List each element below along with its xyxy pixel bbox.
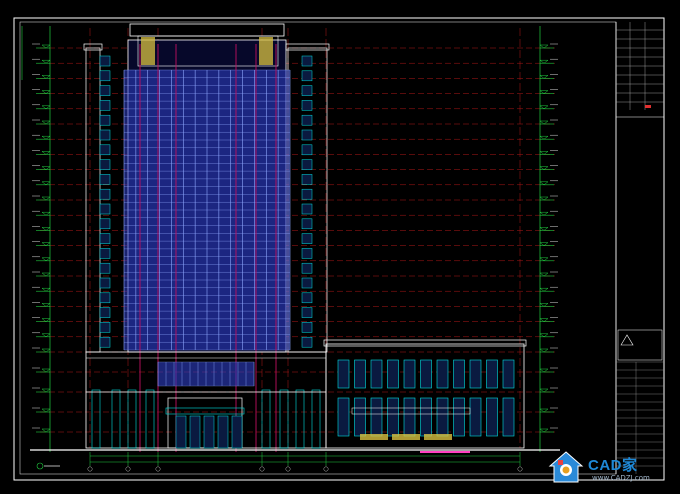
- podium-window-upper: [436, 359, 449, 389]
- wing-window: [301, 70, 313, 82]
- wing-window: [99, 159, 111, 170]
- wing-window: [99, 85, 111, 96]
- wing-window: [301, 55, 313, 67]
- podium-window-upper: [453, 359, 465, 389]
- wing-window: [301, 307, 313, 318]
- wing-window: [99, 233, 111, 244]
- podium-window-upper: [370, 359, 383, 389]
- podium-window-upper: [469, 359, 482, 389]
- wing-window: [301, 233, 313, 244]
- wing-window: [99, 174, 111, 185]
- wing-window: [99, 70, 111, 82]
- wing-window: [99, 55, 111, 67]
- wing-window: [301, 262, 313, 274]
- wing-window: [99, 114, 111, 126]
- podium-window-lower: [370, 397, 383, 437]
- wing-window: [301, 114, 313, 126]
- podium-window-lower: [469, 397, 482, 437]
- watermark-brand: CAD家: [588, 457, 638, 474]
- entrance-door: [231, 415, 243, 449]
- wing-window: [301, 218, 313, 230]
- podium-window-lower: [436, 397, 449, 437]
- entrance-door: [203, 415, 215, 449]
- elevation-drawing: [0, 0, 680, 494]
- podium-window-upper: [387, 359, 399, 389]
- podium-signage: [392, 434, 420, 440]
- cad-home-logo-icon: [548, 451, 584, 483]
- wing-window: [301, 292, 313, 304]
- wing-window: [99, 277, 111, 289]
- wing-window: [99, 336, 111, 348]
- podium-window-upper: [420, 359, 432, 389]
- podium-window-lower: [403, 397, 416, 437]
- entrance-door: [217, 415, 229, 449]
- watermark-url: www.CADZJ.com: [592, 474, 650, 482]
- wing-window: [301, 336, 313, 348]
- wing-window: [99, 307, 111, 318]
- podium-window-upper: [403, 359, 416, 389]
- podium-signage: [424, 434, 452, 440]
- wing-window: [99, 292, 111, 304]
- wing-window: [301, 188, 313, 200]
- wing-window: [99, 144, 111, 156]
- watermark: CAD家 www.CADZJ.com: [548, 448, 674, 488]
- wing-window: [301, 248, 313, 259]
- wing-window: [301, 85, 313, 96]
- wing-window: [301, 159, 313, 170]
- wing-window: [99, 218, 111, 230]
- wing-window: [301, 174, 313, 185]
- wing-window: [301, 129, 313, 141]
- podium-window-upper: [502, 359, 515, 389]
- podium-window-lower: [502, 397, 515, 437]
- attic-panel-right: [259, 37, 273, 65]
- wing-window: [99, 129, 111, 141]
- podium-window-upper: [486, 359, 498, 389]
- podium-window-upper: [337, 359, 350, 389]
- attic-panel-left: [141, 37, 155, 65]
- podium-window-upper: [354, 359, 366, 389]
- wing-window: [301, 144, 313, 156]
- wing-window: [301, 203, 313, 215]
- wing-window: [301, 277, 313, 289]
- wing-window: [301, 322, 313, 333]
- podium-window-lower: [337, 397, 350, 437]
- wing-window: [99, 203, 111, 215]
- entrance-door: [189, 415, 201, 449]
- podium-window-lower: [453, 397, 465, 437]
- wing-window: [301, 100, 313, 111]
- podium-signage: [360, 434, 388, 440]
- revision-mark: [645, 105, 651, 108]
- wing-window: [99, 188, 111, 200]
- podium-window-lower: [387, 397, 399, 437]
- podium-window-lower: [486, 397, 498, 437]
- podium-window-lower: [420, 397, 432, 437]
- wing-window: [99, 100, 111, 111]
- wing-window: [99, 322, 111, 333]
- wing-window: [99, 248, 111, 259]
- wing-window: [99, 262, 111, 274]
- title-block-notes: [618, 330, 664, 465]
- entrance-door: [175, 415, 187, 449]
- podium-window-lower: [354, 397, 366, 437]
